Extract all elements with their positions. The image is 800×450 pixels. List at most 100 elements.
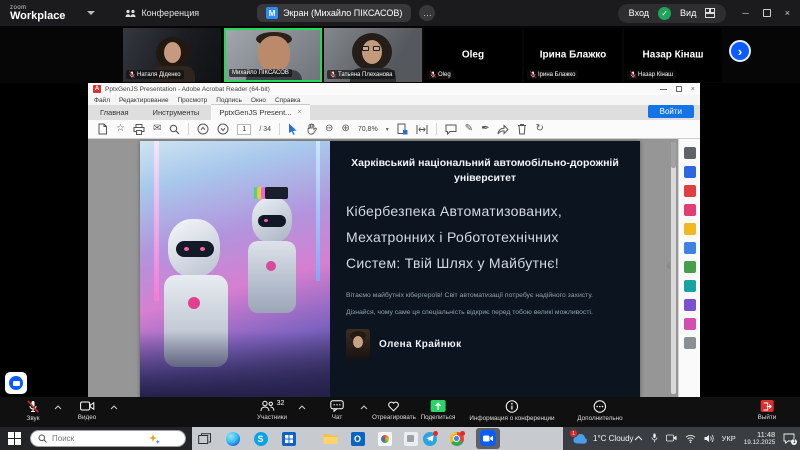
- menu-edit[interactable]: Редактирование: [119, 97, 169, 104]
- panel-collapse-arrow[interactable]: [666, 262, 670, 270]
- menu-window[interactable]: Окно: [251, 97, 266, 104]
- next-participants-button[interactable]: ›: [729, 40, 751, 62]
- export-pdf-icon[interactable]: [684, 166, 696, 178]
- tray-mic-icon[interactable]: [651, 433, 658, 443]
- menu-help[interactable]: Справка: [275, 97, 301, 104]
- select-cursor-icon[interactable]: [288, 123, 298, 135]
- favorites-star-icon[interactable]: ☆: [116, 124, 125, 134]
- share-screen-button[interactable]: Поделиться: [421, 400, 456, 421]
- menu-sign[interactable]: Подпись: [216, 97, 242, 104]
- tab-home[interactable]: Главная: [88, 105, 141, 120]
- video-chevron-icon[interactable]: [110, 405, 118, 410]
- acrobat-minimize-button[interactable]: [660, 89, 667, 90]
- tab-shared-screen[interactable]: М Экран (Михайло ПІКСАСОВ): [257, 4, 411, 22]
- fit-width-icon[interactable]: [416, 124, 428, 135]
- chat-button[interactable]: Чат: [330, 400, 344, 421]
- tab-tools[interactable]: Инструменты: [141, 105, 212, 120]
- tray-wifi-icon[interactable]: [685, 434, 696, 443]
- react-button[interactable]: Отреагировать: [372, 400, 416, 421]
- fill-sign-icon[interactable]: [684, 299, 696, 311]
- acrobat-signin-button[interactable]: Войти: [648, 105, 694, 118]
- edge-browser-icon[interactable]: [224, 430, 241, 447]
- search-icon[interactable]: [169, 124, 180, 135]
- weather-widget[interactable]: 1 1°C Cloudy: [563, 433, 634, 444]
- encryption-shield-icon[interactable]: ✓: [658, 7, 671, 20]
- video-tile-tatiana[interactable]: Татьяна Плеханова: [324, 28, 422, 82]
- previous-page-icon[interactable]: [197, 123, 209, 135]
- photos-icon[interactable]: [376, 430, 393, 447]
- maximize-button[interactable]: [763, 9, 771, 17]
- telegram-icon[interactable]: [421, 430, 438, 447]
- video-tile-oleg[interactable]: Oleg Oleg: [424, 28, 522, 82]
- microsoft-store-icon[interactable]: [280, 430, 297, 447]
- skype-icon[interactable]: S: [252, 430, 269, 447]
- comment-tool-icon[interactable]: [684, 223, 696, 235]
- participants-button[interactable]: 32 Участники: [257, 400, 287, 421]
- action-center-button[interactable]: 1: [783, 433, 795, 444]
- page-number-input[interactable]: 1: [237, 124, 251, 135]
- zoom-level-select[interactable]: 70,8%: [358, 126, 378, 133]
- video-button[interactable]: Видео: [78, 400, 96, 421]
- print-icon[interactable]: [133, 124, 145, 135]
- minimize-button[interactable]: ─: [742, 8, 748, 18]
- menu-view[interactable]: Просмотр: [178, 97, 208, 104]
- combine-files-icon[interactable]: [684, 242, 696, 254]
- file-explorer-icon[interactable]: [322, 430, 339, 447]
- rotate-icon[interactable]: ↻: [535, 124, 543, 134]
- view-button[interactable]: Вид: [680, 8, 696, 18]
- acrobat-maximize-button[interactable]: [676, 86, 682, 92]
- menu-file[interactable]: Файл: [94, 97, 110, 104]
- app-icon[interactable]: [402, 430, 419, 447]
- zoom-floating-icon[interactable]: [5, 372, 27, 394]
- outlook-icon[interactable]: O: [349, 430, 366, 447]
- close-button[interactable]: ×: [785, 8, 790, 18]
- tray-expand-chevron-icon[interactable]: [634, 435, 643, 441]
- video-tile-natalia[interactable]: Наталя Діденко: [123, 28, 221, 82]
- delete-trash-icon[interactable]: [517, 123, 527, 135]
- video-tile-nazar[interactable]: Назар Кінаш Назар Кінаш: [624, 28, 722, 82]
- more-button[interactable]: Дополнительно: [577, 400, 622, 422]
- zoom-caret-icon[interactable]: ▾: [386, 126, 389, 133]
- pencil-annotate-icon[interactable]: ✎: [465, 124, 473, 134]
- more-tabs-icon[interactable]: …: [419, 5, 435, 21]
- more-tools-icon[interactable]: [684, 337, 696, 349]
- video-tile-mykhailo-active[interactable]: Михайло ПІКСАСОВ: [224, 28, 322, 82]
- stamp-icon[interactable]: [684, 318, 696, 330]
- leave-button[interactable]: Выйти: [758, 400, 777, 421]
- search-input[interactable]: [52, 434, 144, 443]
- page-display-icon[interactable]: [397, 123, 408, 135]
- protect-icon[interactable]: [684, 280, 696, 292]
- tab-document-active[interactable]: PptxGenJS Present... ×: [211, 104, 309, 120]
- comment-icon[interactable]: [445, 124, 457, 135]
- workspace-chevron-down-icon[interactable]: [87, 11, 95, 15]
- zoom-app-icon[interactable]: [480, 430, 496, 446]
- video-tile-iryna[interactable]: Ірина Блажко Ірина Блажко: [524, 28, 622, 82]
- scan-ocr-icon[interactable]: [684, 261, 696, 273]
- zoom-out-icon[interactable]: ⊖: [325, 124, 333, 134]
- fill-sign-pen-icon[interactable]: ✒: [481, 124, 489, 134]
- chat-chevron-icon[interactable]: [360, 405, 368, 410]
- save-file-icon[interactable]: [97, 123, 108, 135]
- start-button[interactable]: [8, 432, 21, 445]
- view-grid-icon[interactable]: [705, 8, 715, 18]
- next-page-icon[interactable]: [217, 123, 229, 135]
- create-pdf-icon[interactable]: [684, 185, 696, 197]
- tab-close-icon[interactable]: ×: [297, 109, 301, 116]
- edit-pdf-icon[interactable]: [684, 204, 696, 216]
- audio-chevron-icon[interactable]: [54, 405, 62, 410]
- meeting-info-button[interactable]: Информация о конференции: [469, 400, 554, 422]
- signin-button[interactable]: Вход: [629, 8, 649, 18]
- share-arrow-icon[interactable]: [497, 124, 509, 135]
- scrollbar-thumb[interactable]: [671, 142, 676, 168]
- language-indicator[interactable]: УКР: [722, 434, 736, 443]
- tray-speaker-icon[interactable]: [704, 434, 714, 443]
- zoom-in-icon[interactable]: ⊕: [341, 124, 349, 134]
- participants-chevron-icon[interactable]: [298, 405, 306, 410]
- document-scrollbar[interactable]: [671, 142, 676, 394]
- zoom-tool-icon[interactable]: [684, 147, 696, 159]
- taskbar-search-box[interactable]: [30, 430, 186, 447]
- acrobat-close-button[interactable]: ×: [691, 86, 695, 93]
- hand-tool-icon[interactable]: [306, 123, 317, 135]
- chrome-icon[interactable]: [448, 430, 465, 447]
- task-view-button[interactable]: [196, 430, 213, 447]
